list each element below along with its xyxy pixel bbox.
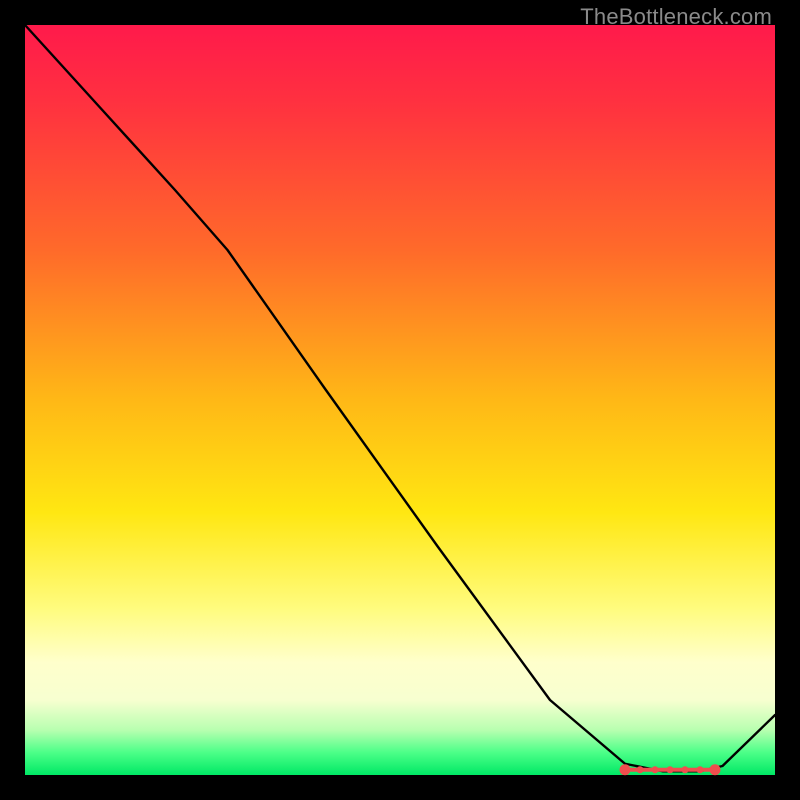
chart-overlay <box>25 25 775 775</box>
marker-dot <box>682 766 689 773</box>
marker-dot <box>697 766 704 773</box>
marker-dot <box>637 766 644 773</box>
curve-group <box>25 25 775 771</box>
marker-dot <box>667 766 674 773</box>
chart-stage: TheBottleneck.com <box>0 0 800 800</box>
marker-dot <box>652 766 659 773</box>
curve-path <box>25 25 775 771</box>
marker-dot <box>710 764 721 775</box>
marker-dot <box>620 764 631 775</box>
